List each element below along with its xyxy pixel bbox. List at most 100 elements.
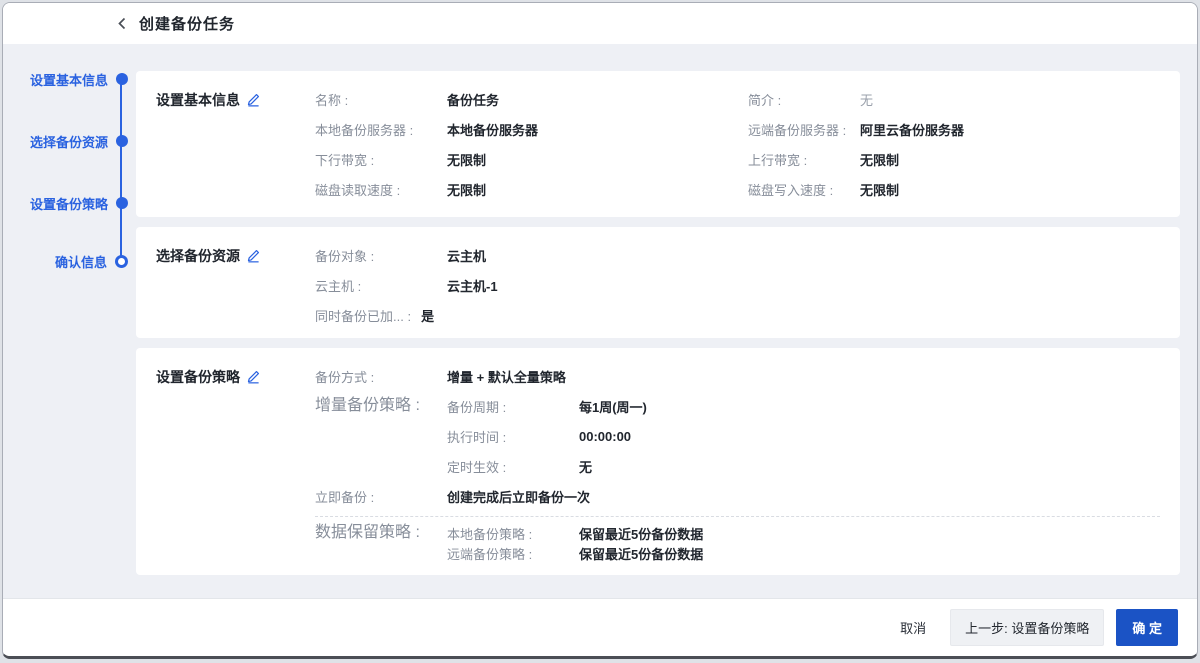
- field-label: 云主机 :: [315, 276, 447, 295]
- field-value: 每1周(周一): [579, 397, 647, 416]
- step-label: 设置基本信息: [30, 70, 108, 89]
- field-row: 备份对象 : 云主机: [315, 240, 1180, 270]
- field-label: 备份方式 :: [315, 367, 447, 386]
- stepper-step-confirm-info: 确认信息: [3, 250, 136, 272]
- field-label: 名称 :: [315, 90, 447, 109]
- field-value: 备份任务: [447, 90, 499, 109]
- field-label: 远端备份策略 :: [447, 544, 579, 563]
- field-label: 本地备份服务器 :: [315, 120, 447, 139]
- sub-fields: 备份周期 : 每1周(周一) 执行时间 : 00:00:00 定时生效 : 无: [447, 391, 1180, 481]
- field-label: 简介 :: [748, 90, 860, 109]
- field-value: 本地备份服务器: [447, 120, 538, 139]
- page-header: 创建备份任务: [3, 3, 1197, 44]
- field-row: 名称 : 备份任务: [315, 84, 748, 114]
- field-row: 上行带宽 : 无限制: [748, 144, 1180, 174]
- confirm-button[interactable]: 确 定: [1116, 609, 1178, 646]
- field-label: 增量备份策略 :: [315, 391, 447, 421]
- field-value: 保留最近5份备份数据: [579, 544, 703, 563]
- step-label: 设置备份策略: [30, 194, 108, 213]
- section-card-basic-info: 设置基本信息 名称 : 备份任务 本地备份服务器 : 本地备份服务器: [136, 71, 1180, 217]
- cancel-button[interactable]: 取消: [888, 610, 938, 645]
- field-label: 数据保留策略 :: [315, 523, 447, 543]
- field-value: 增量 + 默认全量策略: [447, 367, 566, 386]
- window-frame: 创建备份任务 设置基本信息 选择备份资源 设置备份策略 确认信息: [2, 2, 1198, 659]
- field-label: 磁盘写入速度 :: [748, 180, 860, 199]
- prev-step-button[interactable]: 上一步: 设置备份策略: [950, 609, 1104, 646]
- field-value: 00:00:00: [579, 429, 631, 444]
- stepper-step-backup-policy: 设置备份策略: [3, 192, 136, 214]
- footer-action-bar: 取消 上一步: 设置备份策略 确 定: [3, 598, 1197, 656]
- field-label: 远端备份服务器 :: [748, 120, 860, 139]
- field-row: 备份周期 : 每1周(周一): [447, 391, 1180, 421]
- section-title: 设置备份策略: [156, 367, 240, 387]
- field-row: 磁盘读取速度 : 无限制: [315, 174, 748, 204]
- field-value: 创建完成后立即备份一次: [447, 487, 590, 506]
- field-label: 磁盘读取速度 :: [315, 180, 447, 199]
- field-label: 定时生效 :: [447, 457, 579, 476]
- section-card-select-resource: 选择备份资源 备份对象 : 云主机 云主机 : 云主机-1 同时: [136, 227, 1180, 338]
- content-area: 设置基本信息 选择备份资源 设置备份策略 确认信息 设置基本信息: [3, 44, 1197, 598]
- field-value: 保留最近5份备份数据: [579, 524, 703, 543]
- step-dot-filled-icon: [116, 135, 128, 147]
- stepper-step-basic-info: 设置基本信息: [3, 68, 136, 90]
- section-head: 设置基本信息: [136, 71, 315, 217]
- field-label: 备份对象 :: [315, 246, 447, 265]
- section-head: 选择备份资源: [136, 227, 315, 338]
- field-value: 无限制: [447, 180, 486, 199]
- section-card-backup-policy: 设置备份策略 备份方式 : 增量 + 默认全量策略 增量备份策略 :: [136, 348, 1180, 575]
- field-label: 同时备份已加... :: [315, 306, 411, 325]
- section-body: 备份方式 : 增量 + 默认全量策略 增量备份策略 : 备份周期 : 每1周(周…: [315, 348, 1180, 575]
- fields-column-left: 名称 : 备份任务 本地备份服务器 : 本地备份服务器 下行带宽 : 无限制: [315, 84, 748, 217]
- wizard-stepper: 设置基本信息 选择备份资源 设置备份策略 确认信息: [3, 44, 136, 598]
- field-value: 无: [579, 457, 592, 476]
- step-dot-filled-icon: [116, 197, 128, 209]
- field-row: 下行带宽 : 无限制: [315, 144, 748, 174]
- edit-icon[interactable]: [247, 370, 260, 386]
- field-value: 无限制: [860, 180, 899, 199]
- field-row: 磁盘写入速度 : 无限制: [748, 174, 1180, 204]
- step-dot-filled-icon: [116, 73, 128, 85]
- section-body: 备份对象 : 云主机 云主机 : 云主机-1 同时备份已加... : 是: [315, 227, 1180, 338]
- field-row-retention-policy: 数据保留策略 : 本地备份策略 : 保留最近5份备份数据 远端备份策略 : 保留…: [315, 523, 1180, 563]
- step-label: 确认信息: [55, 252, 107, 271]
- field-value: 云主机: [447, 246, 486, 265]
- field-row: 执行时间 : 00:00:00: [447, 421, 1180, 451]
- field-value: 是: [421, 306, 434, 325]
- field-row: 同时备份已加... : 是: [315, 300, 1180, 330]
- sub-fields: 本地备份策略 : 保留最近5份备份数据 远端备份策略 : 保留最近5份备份数据: [447, 523, 1180, 563]
- field-value: 无: [860, 90, 873, 109]
- edit-icon[interactable]: [247, 93, 260, 109]
- cards-container: 设置基本信息 名称 : 备份任务 本地备份服务器 : 本地备份服务器: [136, 44, 1197, 598]
- field-value: 云主机-1: [447, 276, 498, 295]
- field-row: 本地备份策略 : 保留最近5份备份数据: [447, 523, 1180, 543]
- field-value: 无限制: [447, 150, 486, 169]
- field-label: 备份周期 :: [447, 397, 579, 416]
- field-row: 云主机 : 云主机-1: [315, 270, 1180, 300]
- chevron-left-icon: [117, 17, 127, 30]
- field-row-incremental-policy: 增量备份策略 : 备份周期 : 每1周(周一) 执行时间 : 00:00:00: [315, 391, 1180, 481]
- page-title: 创建备份任务: [139, 13, 235, 34]
- field-label: 上行带宽 :: [748, 150, 860, 169]
- field-row: 本地备份服务器 : 本地备份服务器: [315, 114, 748, 144]
- edit-icon[interactable]: [247, 249, 260, 265]
- section-head: 设置备份策略: [136, 348, 315, 575]
- field-row: 立即备份 : 创建完成后立即备份一次: [315, 481, 1180, 511]
- field-label: 立即备份 :: [315, 487, 447, 506]
- fields-column-right: 简介 : 无 远端备份服务器 : 阿里云备份服务器 上行带宽 : 无限制 磁: [748, 84, 1180, 217]
- section-title: 设置基本信息: [156, 90, 240, 110]
- section-title: 选择备份资源: [156, 246, 240, 266]
- field-label: 下行带宽 :: [315, 150, 447, 169]
- step-label: 选择备份资源: [30, 132, 108, 151]
- field-value: 阿里云备份服务器: [860, 120, 964, 139]
- stepper-line: [120, 79, 122, 261]
- field-value: 无限制: [860, 150, 899, 169]
- field-label: 执行时间 :: [447, 427, 579, 446]
- dashed-divider: [315, 516, 1160, 517]
- back-button[interactable]: [113, 15, 131, 32]
- section-body: 名称 : 备份任务 本地备份服务器 : 本地备份服务器 下行带宽 : 无限制: [315, 71, 1180, 217]
- field-row: 简介 : 无: [748, 84, 1180, 114]
- stepper-step-select-resource: 选择备份资源: [3, 130, 136, 152]
- field-row: 远端备份服务器 : 阿里云备份服务器: [748, 114, 1180, 144]
- step-dot-hollow-icon: [115, 255, 128, 268]
- field-label: 本地备份策略 :: [447, 524, 579, 543]
